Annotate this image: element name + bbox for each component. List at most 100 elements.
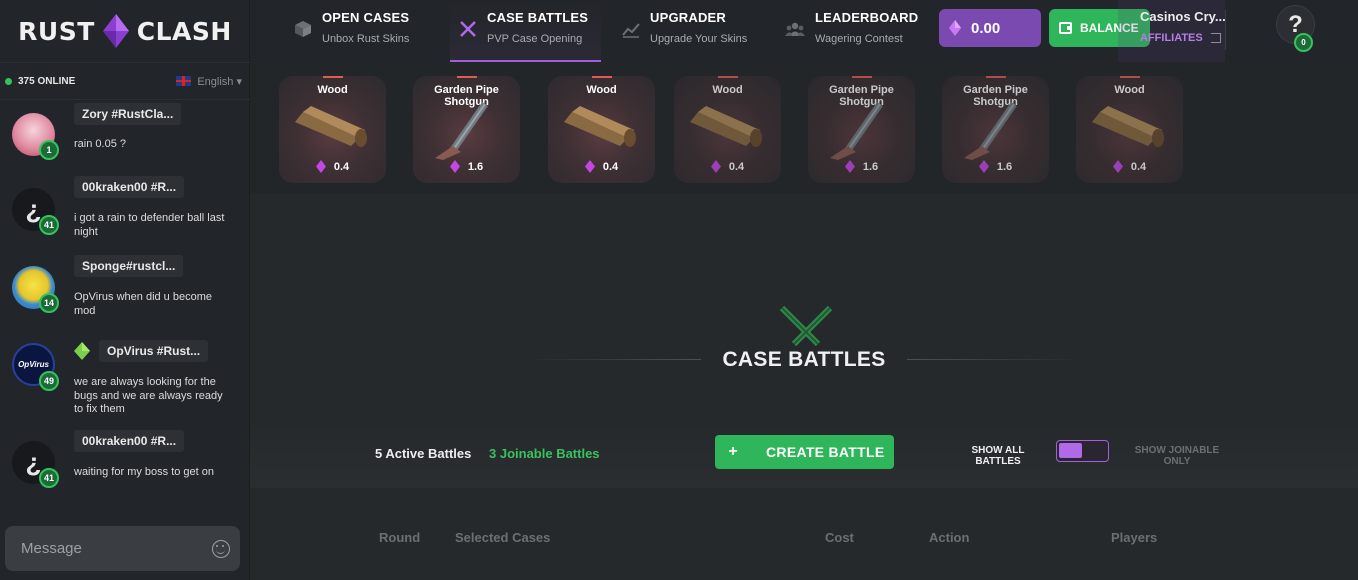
drop-price: 0.4: [674, 160, 781, 173]
live-drops-strip: Wood 0.4 Garden Pipe Shotgun 1.6 Wood 0.…: [250, 62, 1358, 194]
drop-rarity-bar: [592, 76, 612, 78]
users-icon: [785, 22, 805, 36]
balance-display[interactable]: 0.00: [939, 9, 1041, 47]
case-battles-main: CASE BATTLES 5 Active Battles 3 Joinable…: [250, 194, 1358, 580]
joinable-battles-count: 3 Joinable Battles: [489, 446, 600, 461]
nav-subtitle: Wagering Contest: [815, 33, 903, 45]
drop-item-name: Wood: [317, 84, 348, 96]
chat-username[interactable]: 00kraken00 #R...: [74, 430, 185, 452]
gem-logo-icon: [102, 14, 129, 48]
shotgun-icon: [435, 102, 488, 160]
shotgun-icon: [964, 102, 1017, 160]
level-badge: 41: [39, 468, 59, 488]
column-round: Round: [379, 530, 421, 545]
drop-rarity-bar: [323, 76, 343, 78]
wood-icon: [564, 106, 636, 147]
logo-text-right: CLASH: [136, 16, 232, 46]
drop-price-value: 1.6: [862, 160, 879, 173]
online-status-icon: [5, 77, 12, 85]
drop-price: 1.6: [808, 160, 915, 173]
column-selected-cases: Selected Cases: [455, 530, 551, 545]
crossed-swords-icon: [779, 306, 833, 347]
create-battle-label: CREATE BATTLE: [766, 444, 885, 460]
chat-username[interactable]: 00kraken00 #R...: [74, 176, 185, 198]
cube-icon: [295, 21, 311, 37]
nav-subtitle: PVP Case Opening: [487, 33, 583, 45]
drop-item-name: Wood: [586, 84, 617, 96]
affiliates-link[interactable]: AFFILIATES: [1140, 32, 1221, 44]
chat-text: OpVirus when did u become mod: [74, 291, 212, 317]
drop-price-value: 1.6: [996, 160, 1013, 173]
drop-price: 0.4: [279, 160, 386, 173]
drop-rarity-bar: [1120, 76, 1140, 78]
chat-text: i got a rain to defender ball last night: [74, 212, 225, 238]
nav-title: CASE BATTLES: [487, 10, 589, 25]
nav-case-battles[interactable]: CASE BATTLES PVP Case Opening: [450, 0, 601, 62]
drop-price-value: 0.4: [728, 160, 745, 173]
emoji-icon[interactable]: [212, 539, 230, 558]
drop-price-value: 0.4: [333, 160, 350, 173]
show-joinable-only-label[interactable]: SHOW JOINABLE ONLY: [1126, 445, 1228, 467]
drop-card[interactable]: Wood 0.4: [674, 76, 781, 183]
toggle-knob: [1059, 443, 1082, 458]
gem-icon: [949, 20, 961, 36]
drop-card[interactable]: Garden Pipe Shotgun 1.6: [808, 76, 915, 183]
level-badge: 14: [39, 293, 59, 313]
divider: [1225, 10, 1226, 50]
nav-open-cases[interactable]: OPEN CASES Unbox Rust Skins: [294, 0, 444, 62]
affiliates-label: AFFILIATES: [1140, 32, 1203, 44]
gem-icon: [315, 160, 326, 173]
drop-price: 0.4: [548, 160, 655, 173]
drop-item-name: Wood: [712, 84, 743, 96]
chat-username[interactable]: OpVirus #Rust...: [99, 340, 209, 362]
gem-icon: [584, 160, 595, 173]
logo[interactable]: RUST CLASH: [0, 0, 250, 62]
show-all-battles-label[interactable]: SHOW ALL BATTLES: [958, 445, 1038, 467]
drop-rarity-bar: [852, 76, 872, 78]
drop-price-value: 1.6: [467, 160, 484, 173]
drop-card[interactable]: Garden Pipe Shotgun 1.6: [942, 76, 1049, 183]
battle-filter-toggle[interactable]: [1056, 440, 1109, 462]
drop-card[interactable]: Wood 0.4: [548, 76, 655, 183]
uk-flag-icon: [176, 76, 192, 86]
nav-upgrader[interactable]: UPGRADER Upgrade Your Skins: [622, 0, 762, 62]
drop-item-name: Wood: [1114, 84, 1145, 96]
page-title: CASE BATTLES: [722, 348, 886, 371]
gem-icon: [710, 160, 721, 173]
level-badge: 1: [39, 140, 59, 160]
chat-input-box: [5, 526, 240, 571]
online-count: 375 ONLINE: [18, 75, 76, 87]
nav-title: LEADERBOARD: [815, 10, 919, 25]
chat-message-input[interactable]: [21, 540, 201, 557]
logout-icon[interactable]: [1210, 33, 1221, 43]
opvirus-logo-icon: OpVirus: [18, 360, 49, 369]
column-cost: Cost: [825, 530, 854, 545]
drop-rarity-bar: [986, 76, 1006, 78]
drop-card[interactable]: Wood 0.4: [279, 76, 386, 183]
drop-card[interactable]: Garden Pipe Shotgun 1.6: [413, 76, 520, 183]
chat-text: waiting for my boss to get on: [74, 466, 215, 478]
gem-icon: [978, 160, 989, 173]
drop-rarity-bar: [457, 76, 477, 78]
drop-card[interactable]: Wood 0.4: [1076, 76, 1183, 183]
wood-icon: [295, 106, 367, 147]
chat-username[interactable]: Sponge#rustcl...: [74, 255, 184, 277]
chat-text: we are always looking for the bugs and w…: [74, 376, 223, 415]
chat-feed[interactable]: 1 Zory #RustCla... rain 0.05 ? ¿ 41 00kr…: [0, 101, 250, 519]
chat-text: rain 0.05 ?: [74, 138, 126, 150]
chat-username[interactable]: Zory #RustCla...: [74, 103, 182, 125]
level-badge: 41: [39, 215, 59, 235]
drop-price: 1.6: [413, 160, 520, 173]
notification-badge: 0: [1294, 33, 1313, 52]
create-battle-button[interactable]: + CREATE BATTLE: [715, 435, 894, 469]
top-navigation: OPEN CASES Unbox Rust Skins CASE BATTLES…: [250, 0, 1358, 62]
language-selector[interactable]: English ▾: [176, 75, 242, 88]
nav-subtitle: Upgrade Your Skins: [650, 33, 748, 45]
user-name[interactable]: Casinos Cry...: [1140, 9, 1226, 24]
gem-icon: [1112, 160, 1123, 173]
moderator-gem-icon: [74, 342, 90, 360]
nav-subtitle: Unbox Rust Skins: [322, 33, 410, 45]
nav-title: OPEN CASES: [322, 10, 410, 25]
nav-leaderboard[interactable]: LEADERBOARD Wagering Contest: [785, 0, 935, 62]
language-label: English ▾: [197, 75, 242, 88]
